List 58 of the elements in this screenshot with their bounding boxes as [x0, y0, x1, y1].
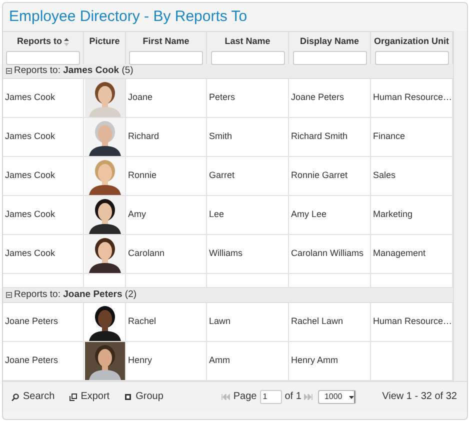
search-icon: [11, 392, 19, 400]
table-cell: Ronnie Garret: [289, 157, 371, 196]
record-count: View 1 - 32 of 32: [382, 390, 457, 404]
table-cell: Rachel Lawn: [289, 303, 371, 342]
group-button[interactable]: Group: [124, 389, 164, 404]
first-page-icon[interactable]: [221, 394, 230, 400]
table-cell: Ronnie: [126, 157, 207, 196]
filter-field[interactable]: [210, 50, 284, 64]
page-size-select[interactable]: 1000: [318, 390, 356, 404]
filter-field[interactable]: [6, 50, 80, 64]
search-button[interactable]: Search: [11, 389, 55, 404]
filter-field[interactable]: [292, 50, 366, 64]
table-cell: James Cook: [3, 235, 84, 274]
table-cell: Garret: [207, 157, 289, 196]
table-cell: Williams: [207, 235, 289, 274]
group-icon: [124, 392, 132, 400]
table-cell: James Cook: [3, 79, 84, 118]
grid-title: Employee Directory - By Reports To: [9, 6, 248, 27]
table-cell: Rachel: [126, 303, 207, 342]
dropdown-icon: [348, 390, 356, 402]
table-cell: Carolann Williams: [289, 235, 371, 274]
table-cell: Joane Peters: [3, 303, 84, 342]
table-cell: Amy: [126, 196, 207, 235]
table-cell: Peters: [207, 79, 289, 118]
page-field[interactable]: 1: [260, 390, 282, 404]
table-cell: Carolann: [126, 235, 207, 274]
table-cell: James Cook: [3, 157, 84, 196]
group-row[interactable]: Reports to: James Cook (5): [3, 64, 453, 79]
column-header[interactable]: First Name: [142, 35, 190, 48]
group-label: Reports to: James Cook (5): [14, 64, 134, 78]
collapse-icon[interactable]: [6, 68, 12, 74]
table-cell: Richard: [126, 118, 207, 157]
filter-field[interactable]: [374, 50, 448, 64]
last-page-icon[interactable]: [304, 394, 314, 400]
table-cell: Richard Smith: [289, 118, 371, 157]
column-header[interactable]: Reports to: [17, 35, 69, 48]
group-row[interactable]: Reports to: Joane Peters (2): [3, 288, 453, 303]
column-header[interactable]: Organization Unit: [374, 35, 449, 48]
export-button[interactable]: Export: [68, 389, 110, 404]
table-cell: Amy Lee: [289, 196, 371, 235]
table-cell: James Cook: [3, 118, 84, 157]
group-label: Reports to: Joane Peters (2): [14, 288, 137, 302]
filter-field[interactable]: [129, 50, 203, 64]
table-cell: Joane Peters: [289, 79, 371, 118]
column-header[interactable]: Picture: [89, 35, 120, 48]
table-cell: Lee: [207, 196, 289, 235]
page-label: Page: [233, 390, 257, 404]
sort-icon[interactable]: [64, 38, 69, 46]
column-header[interactable]: Display Name: [300, 35, 360, 48]
scrollbar-track[interactable]: [453, 31, 467, 381]
page-count: of 1: [284, 390, 302, 404]
column-header[interactable]: Last Name: [224, 35, 270, 48]
table-cell: Joane: [126, 79, 207, 118]
table-cell: James Cook: [3, 196, 84, 235]
collapse-icon[interactable]: [6, 292, 12, 298]
export-icon: [68, 392, 77, 400]
table-cell: Lawn: [207, 303, 289, 342]
table-cell: Smith: [207, 118, 289, 157]
